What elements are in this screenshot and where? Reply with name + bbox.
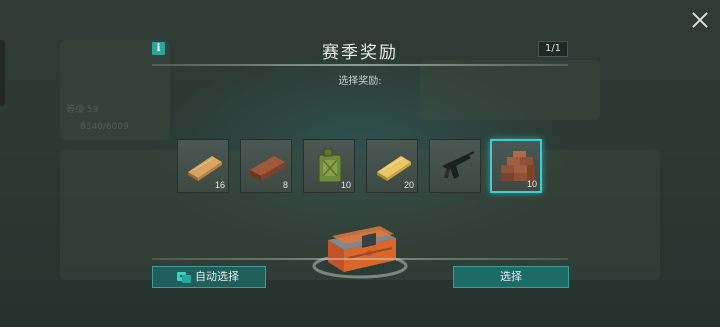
reward-slot[interactable]: 20 [366,139,418,193]
auto-select-label: 自动选择 [195,270,239,283]
reward-slot[interactable]: 16 [177,139,229,193]
choose-reward-label: 选择奖励: [338,76,382,87]
page-counter: 1/1 [538,41,568,57]
smg-icon [442,151,475,179]
auto-select-icon [177,272,191,283]
footer-divider [152,258,568,260]
reward-quantity: 16 [214,180,225,190]
reward-quantity: 10 [526,179,537,189]
reward-slot[interactable] [429,139,481,193]
close-icon[interactable] [690,10,710,30]
auto-select-button[interactable]: 自动选择 [152,266,266,288]
modal-title: 赛季奖励 [322,43,398,63]
reward-slot-selected[interactable]: 10 [490,139,542,193]
select-button[interactable]: 选择 [453,266,569,288]
reward-chest-icon [312,226,408,279]
reward-quantity: 20 [403,180,414,190]
reward-slot[interactable]: 8 [240,139,292,193]
reward-quantity: 8 [282,180,288,190]
title-divider [152,64,568,66]
reward-slot[interactable]: 10 [303,139,355,193]
reward-quantity: 10 [340,180,351,190]
brick-icon [250,156,285,181]
